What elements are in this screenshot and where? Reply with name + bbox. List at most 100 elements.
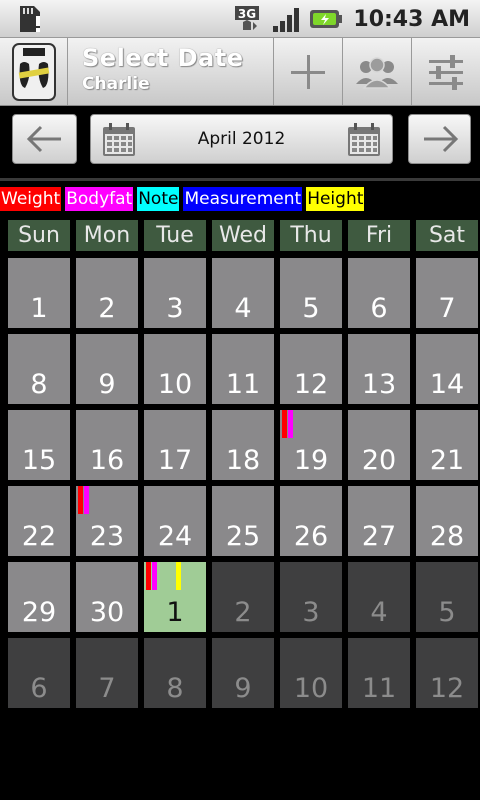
day-cell[interactable]: 22 (8, 486, 70, 556)
day-cell[interactable]: 6 (8, 638, 70, 708)
weekday-sat: Sat (416, 220, 478, 251)
user-name: Charlie (82, 74, 150, 94)
day-cell[interactable]: 16 (76, 410, 138, 480)
day-number: 27 (361, 521, 397, 552)
title-bar: Select Date Charlie (0, 38, 480, 106)
sd-card-alert-icon (14, 4, 44, 34)
users-icon (356, 56, 398, 89)
day-cell[interactable]: 2 (212, 562, 274, 632)
day-cell[interactable]: 13 (348, 334, 410, 404)
day-cell[interactable]: 6 (348, 258, 410, 328)
day-number: 24 (157, 521, 193, 552)
day-cell[interactable]: 3 (280, 562, 342, 632)
day-cell[interactable]: 10 (280, 638, 342, 708)
svg-text:3G: 3G (238, 7, 256, 21)
signal-strength-icon (271, 4, 303, 34)
day-cell[interactable]: 28 (416, 486, 478, 556)
legend: Weight Bodyfat Note Measurement Height (0, 187, 365, 211)
day-number: 17 (157, 445, 193, 476)
day-number: 25 (225, 521, 261, 552)
weekday-fri: Fri (348, 220, 410, 251)
day-number: 19 (293, 445, 329, 476)
day-cell[interactable]: 24 (144, 486, 206, 556)
calendar-week: 29 30 1 2 3 4 5 (8, 562, 478, 638)
day-cell[interactable]: 4 (212, 258, 274, 328)
day-cell[interactable]: 27 (348, 486, 410, 556)
day-cell[interactable]: 10 (144, 334, 206, 404)
day-number: 14 (429, 369, 465, 400)
calendar-week: 22 23 24 25 26 27 28 (8, 486, 478, 562)
month-picker-button[interactable]: April 2012 (90, 114, 393, 164)
day-cell[interactable]: 29 (8, 562, 70, 632)
day-number: 1 (30, 293, 48, 324)
sliders-icon (429, 54, 463, 90)
today-cell[interactable]: 1 (144, 562, 206, 632)
day-number: 9 (234, 673, 252, 704)
battery-charging-icon (309, 8, 343, 30)
app-scale-icon[interactable] (0, 38, 68, 105)
day-cell[interactable]: 11 (348, 638, 410, 708)
day-cell[interactable]: 26 (280, 486, 342, 556)
day-number: 8 (166, 673, 184, 704)
day-number: 3 (166, 293, 184, 324)
day-cell[interactable]: 14 (416, 334, 478, 404)
day-cell[interactable]: 12 (280, 334, 342, 404)
day-number: 11 (225, 369, 261, 400)
entry-marker-weight (78, 486, 83, 514)
day-cell[interactable]: 18 (212, 410, 274, 480)
calendar-grid: Sun Mon Tue Wed Thu Fri Sat 1 2 3 4 5 6 7 8 9 10 11 12 13 1… (8, 220, 478, 714)
day-cell[interactable]: 9 (212, 638, 274, 708)
day-cell[interactable]: 7 (76, 638, 138, 708)
clock: 10:43 AM (353, 6, 470, 32)
day-cell[interactable]: 20 (348, 410, 410, 480)
weekday-thu: Thu (280, 220, 342, 251)
day-number: 6 (30, 673, 48, 704)
day-number: 6 (370, 293, 388, 324)
day-number: 10 (157, 369, 193, 400)
entry-marker-height (176, 562, 181, 590)
day-number: 8 (30, 369, 48, 400)
day-number: 28 (429, 521, 465, 552)
day-cell[interactable]: 25 (212, 486, 274, 556)
day-number: 26 (293, 521, 329, 552)
calendar-week: 8 9 10 11 12 13 14 (8, 334, 478, 410)
legend-weight: Weight (0, 187, 62, 211)
day-cell[interactable]: 11 (212, 334, 274, 404)
entry-marker-bodyfat (84, 486, 89, 514)
day-cell[interactable]: 23 (76, 486, 138, 556)
day-number: 4 (370, 597, 388, 628)
page-title: Select Date (82, 44, 244, 72)
settings-button[interactable] (411, 38, 480, 105)
day-cell[interactable]: 5 (280, 258, 342, 328)
day-cell[interactable]: 8 (144, 638, 206, 708)
previous-month-button[interactable] (12, 114, 77, 164)
day-cell[interactable]: 12 (416, 638, 478, 708)
day-cell[interactable]: 19 (280, 410, 342, 480)
legend-height: Height (306, 187, 365, 211)
day-number: 16 (89, 445, 125, 476)
divider (0, 178, 480, 181)
next-month-button[interactable] (408, 114, 471, 164)
day-cell[interactable]: 15 (8, 410, 70, 480)
day-cell[interactable]: 17 (144, 410, 206, 480)
day-cell[interactable]: 4 (348, 562, 410, 632)
day-cell[interactable]: 3 (144, 258, 206, 328)
day-number: 4 (234, 293, 252, 324)
add-button[interactable] (273, 38, 342, 105)
day-cell[interactable]: 8 (8, 334, 70, 404)
day-cell[interactable]: 21 (416, 410, 478, 480)
entry-marker-weight (146, 562, 151, 590)
day-number: 15 (21, 445, 57, 476)
day-number: 11 (361, 673, 397, 704)
day-cell[interactable]: 1 (8, 258, 70, 328)
day-cell[interactable]: 30 (76, 562, 138, 632)
day-cell[interactable]: 2 (76, 258, 138, 328)
day-cell[interactable]: 9 (76, 334, 138, 404)
users-button[interactable] (342, 38, 411, 105)
calendar-week: 15 16 17 18 19 20 21 (8, 410, 478, 486)
day-cell[interactable]: 5 (416, 562, 478, 632)
calendar-icon (348, 123, 380, 156)
day-cell[interactable]: 7 (416, 258, 478, 328)
weekday-mon: Mon (76, 220, 138, 251)
day-number: 5 (302, 293, 320, 324)
